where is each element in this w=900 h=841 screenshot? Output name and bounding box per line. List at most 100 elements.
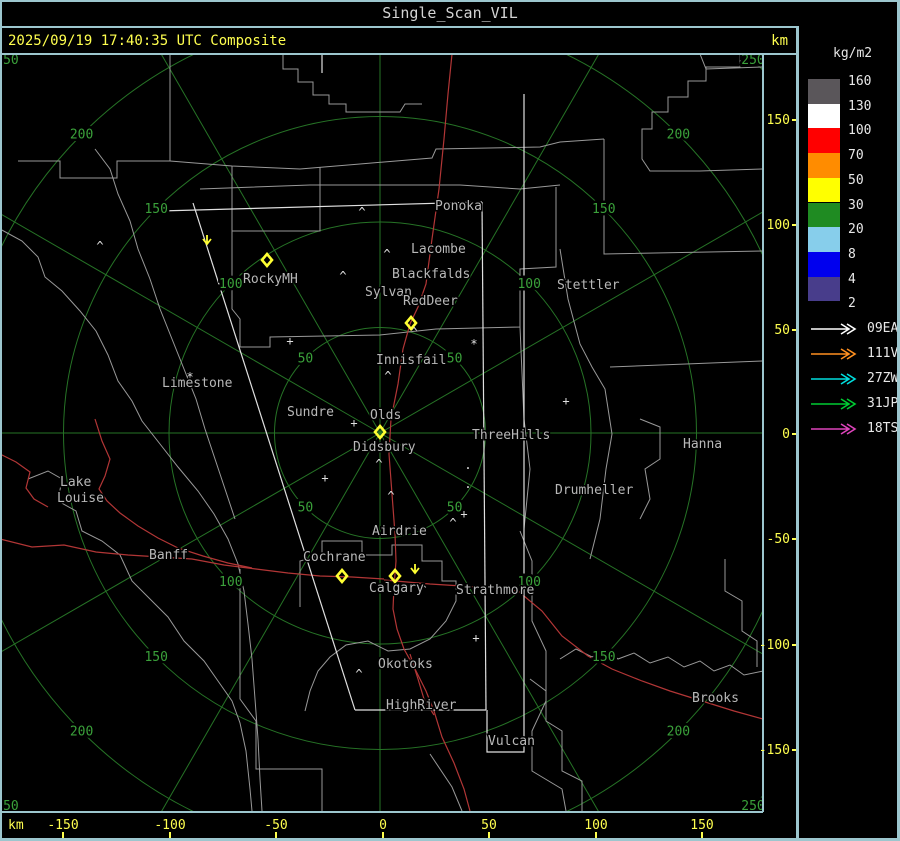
window-title: Single_Scan_VIL xyxy=(382,4,518,22)
app-window: Single_Scan_VIL 2025/09/19 17:40:35 UTC … xyxy=(0,0,900,841)
color-scale-value: 30 xyxy=(848,197,864,213)
town-marker-glyph: + xyxy=(350,416,357,430)
county-boundary-20 xyxy=(559,648,762,676)
ring-label-250: 250 xyxy=(0,54,19,68)
county-boundary-7 xyxy=(231,166,321,232)
legend-sidebar: kg/m2 160 130 100 70 50 30 20 8 4 2 09EA 111V 27ZW 3… xyxy=(799,0,900,841)
town-label-threehills: ThreeHills xyxy=(472,428,550,443)
town-marker-glyph: ^ xyxy=(355,667,362,681)
radar-arrow-icon xyxy=(811,398,857,410)
town-label-hanna: Hanna xyxy=(683,437,722,452)
right-axis-label: -100 xyxy=(758,638,790,653)
county-boundary-19 xyxy=(529,678,583,811)
radar-legend-row-111V: 111V xyxy=(809,346,899,361)
scan-timestamp: 2025/09/19 17:40:35 UTC Composite xyxy=(8,33,287,49)
town-label-cochrane: Cochrane xyxy=(303,550,366,565)
town-label-okotoks: Okotoks xyxy=(378,657,433,672)
right-axis-label: -50 xyxy=(766,532,790,547)
county-boundary-16 xyxy=(299,540,457,712)
ring-label-100: 100 xyxy=(219,575,242,590)
radar-legend-row-31JP: 31JP xyxy=(809,396,899,411)
radar-id-label: 27ZW xyxy=(867,371,899,386)
right-axis-label: 100 xyxy=(766,218,790,233)
color-swatch-8 xyxy=(808,251,840,277)
town-marker-glyph: + xyxy=(460,507,467,521)
ring-label-50: 50 xyxy=(298,501,314,516)
radar-arrow-111V xyxy=(811,348,857,360)
radar-id-label: 18TS xyxy=(867,421,899,436)
town-label-banff: Banff xyxy=(149,548,188,563)
ring-label-100: 100 xyxy=(219,277,242,292)
color-scale-value: 70 xyxy=(848,148,864,164)
radar-id-label: 111V xyxy=(867,346,899,361)
map-border-top xyxy=(0,53,797,55)
radar-arrow-27ZW xyxy=(811,373,857,385)
color-swatch-30 xyxy=(808,202,840,228)
color-scale-value: 8 xyxy=(848,246,856,262)
ring-label-250: 250 xyxy=(741,54,762,68)
county-boundary-18 xyxy=(429,753,463,811)
ring-label-250: 250 xyxy=(741,799,762,811)
ring-label-50: 50 xyxy=(447,351,463,366)
ring-label-200: 200 xyxy=(667,128,690,143)
town-label-didsbury: Didsbury xyxy=(353,440,416,455)
town-marker-glyph: . xyxy=(464,477,471,491)
radial-line-330deg xyxy=(379,432,762,655)
radar-legend-row-18TS: 18TS xyxy=(809,421,899,436)
bottom-axis-label: -100 xyxy=(154,818,186,833)
ring-label-200: 200 xyxy=(70,128,93,143)
ring-label-50: 50 xyxy=(298,351,314,366)
bottom-axis: km -150 -100 -50 0 50 100 150 xyxy=(0,813,797,839)
radar-id-label: 31JP xyxy=(867,396,899,411)
ring-label-150: 150 xyxy=(144,650,167,665)
town-marker-glyph: ^ xyxy=(387,489,394,503)
county-boundary-23 xyxy=(639,418,661,520)
bottom-axis-label: 0 xyxy=(379,818,387,833)
town-marker-glyph: ^ xyxy=(383,247,390,261)
town-label-ponoka: Ponoka xyxy=(435,199,482,214)
ring-label-200: 200 xyxy=(70,724,93,739)
right-axis-label: 50 xyxy=(774,323,790,338)
radar-map-canvas[interactable]: 50 5050 50100 100100 100150 150150 150200 20020… xyxy=(0,54,762,811)
window-border-top xyxy=(0,0,900,2)
color-scale-value: 20 xyxy=(848,222,864,238)
radar-legend-row-27ZW: 27ZW xyxy=(809,371,899,386)
town-label-reddeer: RedDeer xyxy=(403,294,458,309)
color-swatch-70 xyxy=(808,153,840,178)
town-marker-glyph: . xyxy=(464,458,471,472)
town-marker-glyph: + xyxy=(562,394,569,408)
right-axis: 150 100 50 0 -50 -100 -150 xyxy=(759,54,801,812)
town-marker-glyph: ^ xyxy=(449,516,456,530)
window-border-left xyxy=(0,0,2,841)
town-label-innisfail: Innisfail xyxy=(376,353,446,368)
right-axis-label: 0 xyxy=(782,427,790,442)
right-axis-unit: km xyxy=(771,33,788,49)
color-swatch-20 xyxy=(808,227,840,252)
town-label-lacombe: Lacombe xyxy=(411,242,466,257)
highway-3 xyxy=(0,453,49,508)
ring-label-250: 250 xyxy=(0,799,19,811)
radar-arrow-icon xyxy=(811,423,857,435)
town-label-rockymh: RockyMH xyxy=(243,272,298,287)
color-scale-value: 4 xyxy=(848,271,856,287)
county-boundary-0 xyxy=(18,160,170,179)
radar-site-diamond-icon xyxy=(260,251,274,269)
town-label-drumheller: Drumheller xyxy=(555,483,633,498)
town-label-vulcan: Vulcan xyxy=(488,734,535,749)
town-label-airdrie: Airdrie xyxy=(372,524,427,539)
town-marker-glyph: * xyxy=(470,337,477,351)
radar-arrow-icon xyxy=(811,323,857,335)
radar-site-diamond-icon xyxy=(335,567,349,585)
county-boundary-11 xyxy=(609,360,762,368)
town-label-calgary: Calgary xyxy=(369,581,424,596)
town-label-strathmore: Strathmore xyxy=(456,583,534,598)
county-boundary-5 xyxy=(641,54,762,172)
radar-map[interactable]: 50 50 50 50 100 100 100 100 150 150 150 150 200 200 20… xyxy=(0,54,762,811)
radar-arrow-18TS xyxy=(811,423,857,435)
county-boundary-17 xyxy=(519,530,567,811)
color-scale-value: 50 xyxy=(848,172,864,188)
town-marker-glyph: + xyxy=(321,471,328,485)
town-label-louise: Louise xyxy=(57,491,104,506)
color-swatch-100 xyxy=(808,128,840,154)
bottom-axis-label: -150 xyxy=(47,818,79,833)
